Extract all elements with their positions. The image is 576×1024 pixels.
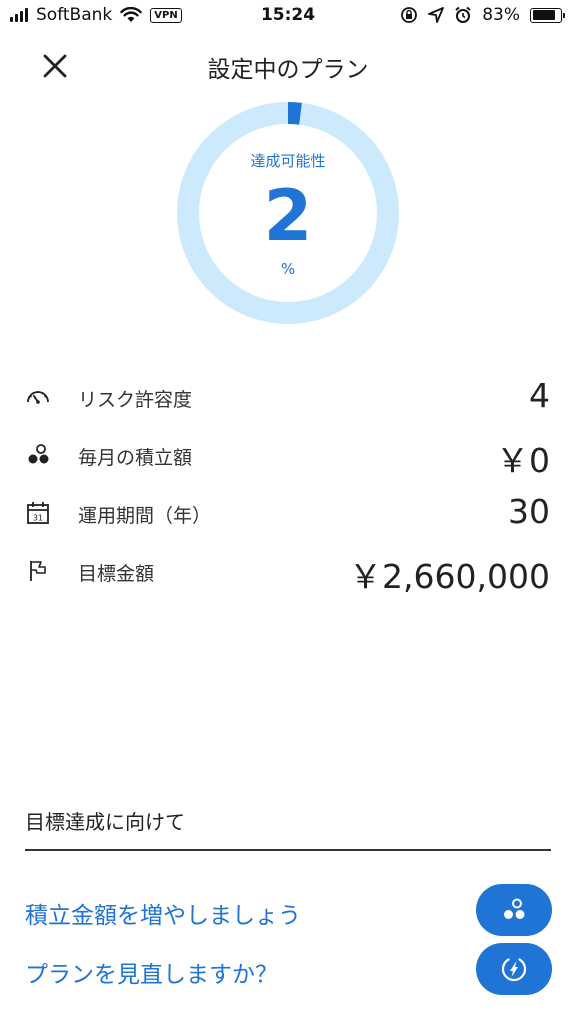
review-plan-button[interactable]	[476, 943, 552, 995]
coins-icon	[24, 441, 52, 469]
vpn-badge: VPN	[150, 7, 182, 23]
compass-icon	[501, 958, 527, 982]
section-title: 目標達成に向けて	[25, 810, 185, 834]
gauge-unit: %	[280, 260, 296, 278]
target-label: 目標金額	[78, 563, 155, 585]
carrier-name: SoftBank	[36, 5, 113, 25]
gauge-label: 達成可能性	[250, 152, 326, 170]
review-plan-link[interactable]: プランを見直しますか？	[25, 955, 278, 989]
battery-percent: 83%	[482, 5, 520, 25]
plan-row-monthly: 毎月の積立額 ￥0	[0, 426, 576, 484]
page-title: 設定中のプラン	[207, 57, 369, 83]
section-divider	[25, 849, 551, 851]
target-value: ￥2,660,000	[349, 557, 550, 596]
gauge-icon	[24, 383, 52, 411]
increase-savings-button[interactable]	[476, 884, 552, 936]
period-label: 運用期間（年）	[78, 505, 212, 527]
location-icon	[428, 7, 445, 23]
risk-label: リスク許容度	[78, 389, 193, 411]
action-review-plan: プランを見直しますか？	[0, 943, 576, 999]
gauge-value: 2	[263, 175, 313, 257]
status-left: SoftBank VPN	[10, 5, 182, 25]
status-bar: SoftBank VPN 15:24 83%	[0, 0, 576, 34]
achievement-gauge: 達成可能性 2 %	[175, 100, 401, 326]
plan-row-target: 目標金額 ￥2,660,000	[0, 542, 576, 600]
battery-fill	[532, 10, 555, 20]
alarm-icon	[455, 6, 471, 23]
action-increase-savings: 積立金額を増やしましょう	[0, 884, 576, 940]
header: 設定中のプラン	[0, 34, 576, 94]
plan-row-period: 31 運用期間（年） 30	[0, 484, 576, 542]
coins-icon	[504, 898, 525, 919]
flag-icon	[24, 557, 52, 585]
svg-text:31: 31	[33, 514, 43, 523]
period-value: 30	[508, 492, 550, 531]
wifi-icon	[120, 7, 142, 22]
risk-value: 4	[529, 376, 550, 415]
monthly-label: 毎月の積立額	[78, 447, 193, 469]
signal-icon	[10, 8, 28, 22]
plan-row-risk: リスク許容度 4	[0, 368, 576, 426]
status-right: 83%	[400, 5, 565, 25]
rotation-lock-icon	[401, 7, 418, 23]
calendar-icon: 31	[24, 499, 52, 527]
battery-icon	[530, 7, 565, 23]
increase-savings-link[interactable]: 積立金額を増やしましょう	[25, 896, 301, 930]
monthly-value: ￥0	[496, 441, 550, 480]
